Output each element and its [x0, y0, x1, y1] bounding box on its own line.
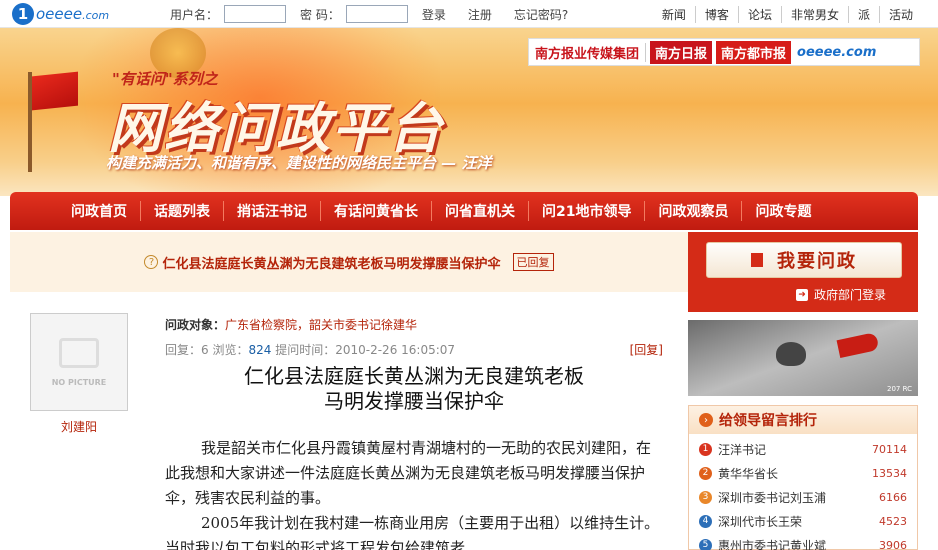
logo-mark: 1 — [12, 3, 34, 25]
target-label: 问政对象： — [165, 318, 226, 332]
leader-name[interactable]: 深圳代市长王荣 — [718, 513, 879, 530]
main-nav: 问政首页 话题列表 捎话汪书记 有话问黄省长 问省直机关 问21地市领导 问政观… — [10, 192, 918, 230]
login-form: 用户名： 密 码： 登录 注册 忘记密码? — [170, 5, 590, 23]
dept-login-link[interactable]: ➜ 政府部门登录 — [796, 286, 886, 303]
time-label: 提问时间： — [271, 343, 336, 357]
list-item[interactable]: 4 深圳代市长王荣 4523 — [699, 509, 907, 533]
article-title: 仁化县法庭庭长黄丛渊为无良建筑老板 马明发撑腰当保护伞 — [165, 364, 663, 414]
no-picture-label: NO PICTURE — [51, 377, 107, 387]
nav-ask-governor[interactable]: 有话问黄省长 — [320, 201, 431, 221]
ranking-title: 给领导留言排行 — [719, 413, 817, 429]
media-group-name: 南方报业传媒集团 — [529, 42, 647, 62]
list-item[interactable]: 1 汪洋书记 70114 — [699, 437, 907, 461]
register-link[interactable]: 注册 — [468, 6, 492, 23]
camera-icon — [59, 337, 99, 368]
dept-login-label: 政府部门登录 — [814, 288, 887, 302]
nanfang-daily-logo: 南方日报 — [650, 40, 713, 64]
username-label: 用户名： — [170, 7, 219, 22]
message-count: 6166 — [879, 490, 907, 504]
ad-caption: 207 RC — [887, 385, 912, 393]
question-title[interactable]: 仁化县法庭庭长黄丛渊为无良建筑老板马明发撑腰当保护伞 — [162, 253, 500, 272]
top-nav: 新闻 博客 论坛 非常男女 派 活动 — [653, 6, 922, 23]
topnav-pai[interactable]: 派 — [847, 6, 879, 23]
logo-text: oeeee.com — [36, 5, 110, 23]
banner: "有话问"系列之 网络问政平台 构建充满活力、和谐有序、建设性的网络民主平台 —… — [0, 28, 938, 196]
media-group-logos[interactable]: 南方报业传媒集团 南方日报 南方都市报 oeeee.com — [528, 38, 920, 66]
pigeon-icon — [776, 342, 806, 366]
username-input[interactable] — [224, 5, 287, 23]
replied-badge: 已回复 — [512, 253, 554, 271]
article-title-line1: 仁化县法庭庭长黄丛渊为无良建筑老板 — [244, 364, 584, 388]
view-count: 824 — [248, 343, 272, 357]
topnav-dating[interactable]: 非常男女 — [780, 6, 848, 23]
nav-provincial-organs[interactable]: 问省直机关 — [431, 201, 528, 221]
list-item[interactable]: 5 惠州市委书记黄业斌 3906 — [699, 533, 907, 550]
message-count: 3906 — [879, 538, 907, 550]
banner-slogan: 构建充满活力、和谐有序、建设性的网络民主平台 — 汪洋 — [106, 154, 492, 172]
nav-topics[interactable]: 话题列表 — [140, 201, 223, 221]
question-icon: ? — [144, 255, 159, 269]
post-time: 2010-2-26 16:05:07 — [335, 343, 456, 357]
nav-home[interactable]: 问政首页 — [58, 201, 140, 221]
forgot-password-link[interactable]: 忘记密码? — [514, 6, 568, 23]
rank-number: 1 — [699, 442, 712, 456]
southern-metropolis-logo: 南方都市报 — [716, 40, 792, 64]
leader-name[interactable]: 黄华华省长 — [718, 465, 872, 482]
article-paragraph: 2005年我计划在我村建一栋商业用房（主要用于出租）以维持生计。当时我以包工包料… — [165, 514, 660, 550]
topnav-blog[interactable]: 博客 — [694, 6, 738, 23]
article-title-line2: 马明发撑腰当保护伞 — [324, 389, 504, 413]
rank-number: 3 — [699, 490, 712, 504]
red-flag-icon — [32, 71, 78, 111]
leader-ranking: › 给领导留言排行 1 汪洋书记 70114 2 黄华华省长 13534 3 深… — [688, 405, 918, 550]
nav-city-leaders[interactable]: 问21地市领导 — [528, 201, 644, 221]
post-stats: 回复：6 浏览：824 提问时间：2010-2-26 16:05:07 [回复] — [165, 341, 663, 358]
article-paragraph: 我是韶关市仁化县丹霞镇黄屋村青湖塘村的一无助的农民刘建阳，在此我想和大家讲述一件… — [165, 439, 652, 507]
ranking-list: 1 汪洋书记 70114 2 黄华华省长 13534 3 深圳市委书记刘玉浦 6… — [689, 434, 917, 550]
oeeee-logo[interactable]: 1 oeeee.com — [12, 3, 109, 25]
arrow-right-icon: ➜ — [796, 288, 808, 301]
article-body: 我是韶关市仁化县丹霞镇黄屋村青湖塘村的一无助的农民刘建阳，在此我想和大家讲述一件… — [165, 436, 663, 550]
replies-label: 回复： — [165, 343, 202, 357]
author-name[interactable]: 刘建阳 — [30, 418, 128, 435]
leader-name[interactable]: 汪洋书记 — [718, 441, 872, 458]
ask-target: 问政对象：广东省检察院，韶关市委书记徐建华 — [165, 316, 417, 333]
leader-name[interactable]: 深圳市委书记刘玉浦 — [718, 489, 879, 506]
password-input[interactable] — [345, 5, 408, 23]
ask-question-button[interactable]: 我要问政 — [706, 242, 902, 278]
reply-count: 6 — [201, 343, 209, 357]
ask-button-label: 我要问政 — [777, 251, 857, 272]
message-count: 70114 — [872, 442, 907, 456]
reply-link[interactable]: [回复] — [630, 341, 663, 358]
password-label: 密 码： — [300, 7, 340, 22]
chevron-right-icon: › — [699, 413, 713, 427]
nav-message-wang[interactable]: 捎话汪书记 — [223, 201, 320, 221]
horn-icon — [836, 332, 880, 358]
oeeee-small-logo: oeeee.com — [797, 44, 877, 60]
rank-number: 5 — [699, 538, 712, 550]
target-value[interactable]: 广东省检察院，韶关市委书记徐建华 — [225, 318, 417, 332]
message-count: 4523 — [879, 514, 907, 528]
views-label: 浏览： — [208, 343, 249, 357]
list-item[interactable]: 3 深圳市委书记刘玉浦 6166 — [699, 485, 907, 509]
ranking-header: › 给领导留言排行 — [689, 406, 917, 434]
avatar: NO PICTURE — [30, 313, 128, 411]
leader-name[interactable]: 惠州市委书记黄业斌 — [718, 537, 879, 550]
rank-number: 2 — [699, 466, 712, 480]
nav-specials[interactable]: 问政专题 — [741, 201, 824, 221]
nav-observers[interactable]: 问政观察员 — [644, 201, 741, 221]
flag-icon — [751, 253, 763, 267]
ask-panel: 我要问政 ➜ 政府部门登录 — [688, 232, 918, 312]
topnav-forum[interactable]: 论坛 — [737, 6, 781, 23]
list-item[interactable]: 2 黄华华省长 13534 — [699, 461, 907, 485]
question-header: ? 仁化县法庭庭长黄丛渊为无良建筑老板马明发撑腰当保护伞 已回复 — [10, 232, 688, 292]
ad-banner[interactable]: 207 RC — [688, 320, 918, 396]
topnav-news[interactable]: 新闻 — [653, 6, 695, 23]
login-link[interactable]: 登录 — [422, 6, 446, 23]
message-count: 13534 — [872, 466, 907, 480]
top-bar: 1 oeeee.com 用户名： 密 码： 登录 注册 忘记密码? 新闻 博客 … — [0, 0, 938, 28]
topnav-events[interactable]: 活动 — [878, 6, 922, 23]
rank-number: 4 — [699, 514, 712, 528]
